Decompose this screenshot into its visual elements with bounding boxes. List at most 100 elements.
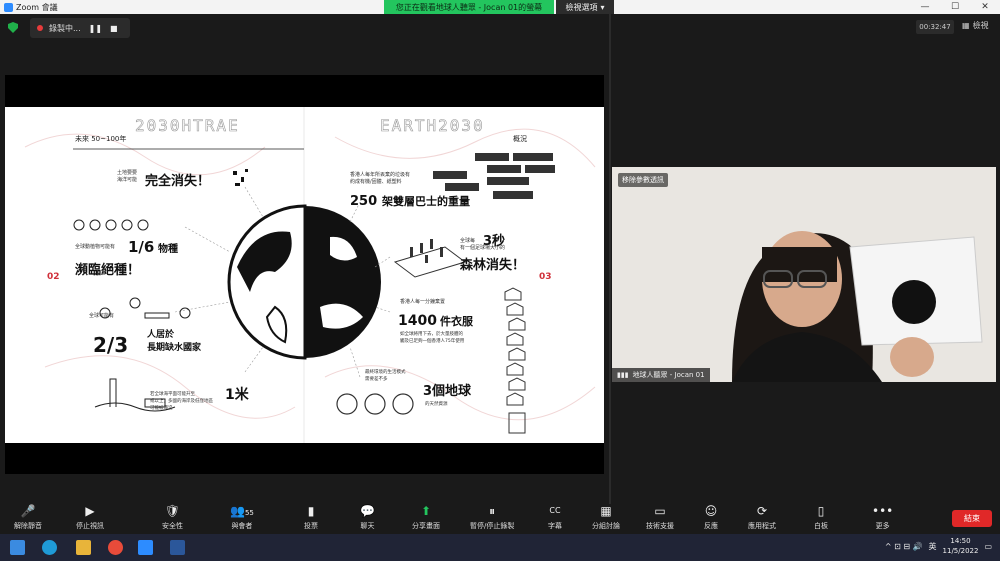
- video-status-tag: 移除參數透訊: [618, 173, 668, 187]
- page-number-right: 03: [539, 272, 552, 282]
- participant-video[interactable]: 移除參數透訊 ▮▮▮ 地球人聽眾 - Jocan 01: [612, 167, 996, 382]
- subtitle-right: 概況: [513, 134, 527, 143]
- paper-globe-icon: [892, 280, 936, 324]
- reactions-button[interactable]: ☺ 反應: [704, 504, 718, 531]
- panel-divider[interactable]: [609, 14, 611, 504]
- p1-small-1: 土地要要: [117, 169, 137, 176]
- slide-title: EARTH2030: [380, 116, 485, 135]
- p4-small-2: 或以上，多國的海岸及低窪地區: [150, 397, 213, 404]
- p2-unit: 物種: [158, 242, 178, 255]
- hand-shape: [890, 337, 934, 377]
- record-dot-icon: [37, 25, 43, 31]
- animal-icons: [73, 219, 149, 231]
- unmute-button[interactable]: 🎤 解除靜音: [14, 504, 42, 531]
- view-button[interactable]: ▦ 檢視: [962, 20, 989, 31]
- system-tray: ^ ⊡ ⊟ 🔊 英 14:50 11/5/2022 ▭: [885, 536, 992, 556]
- more-button[interactable]: ••• 更多: [872, 504, 893, 531]
- r3-unit: 件衣服: [440, 314, 474, 328]
- r1-small-1: 香港人每年所丟棄的垃圾有: [350, 171, 410, 178]
- monitor-icon: ▭: [654, 504, 666, 518]
- chevron-down-icon: ▾: [600, 2, 605, 12]
- polls-button[interactable]: ▮ 投票: [304, 504, 318, 531]
- shared-slide: 2030HTRAE EARTH2030 未來 50~100年 概況 土地要要 海…: [5, 107, 604, 443]
- signal-bars-icon: ▮▮▮: [617, 371, 629, 379]
- p3-small: 全球可能有: [89, 312, 114, 319]
- stop-video-button[interactable]: ▶ 停止視訊: [76, 504, 104, 531]
- maximize-button[interactable]: ☐: [940, 0, 970, 14]
- file-explorer-icon[interactable]: [76, 540, 91, 555]
- zoom-logo-icon: [4, 3, 13, 12]
- r2-number: 3秒: [483, 233, 505, 249]
- apps-button[interactable]: ⟳ 應用程式: [748, 504, 776, 531]
- whiteboard-button[interactable]: ▯ 白板: [814, 504, 828, 531]
- breakout-rooms-button[interactable]: ▦ 分組討論: [592, 504, 620, 531]
- p2-fraction: 1/6: [128, 238, 154, 256]
- share-arrow-icon: ⬆: [420, 504, 432, 518]
- page-number-left: 02: [47, 272, 60, 282]
- end-meeting-button[interactable]: 結束: [952, 510, 992, 527]
- viewing-share-banner: 您正在觀看地球人聽眾 - Jocan 01的螢幕: [384, 0, 554, 14]
- breakout-grid-icon: ▦: [600, 504, 612, 518]
- share-screen-button[interactable]: ⬆ 分享畫面: [412, 504, 440, 531]
- view-options-button[interactable]: 檢視選項 ▾: [556, 0, 614, 14]
- subtitle-left: 未來 50~100年: [75, 134, 126, 143]
- r3-small-1: 香港人每一分鐘棄置: [400, 298, 445, 305]
- recording-indicator: 錄製中... ❚❚ ■: [30, 18, 130, 38]
- participants-icon: 👥55: [230, 504, 254, 518]
- slide-canvas: 2030HTRAE EARTH2030 未來 50~100年 概況 土地要要 海…: [24, 107, 596, 443]
- pause-recording-button[interactable]: ❚❚: [89, 24, 102, 33]
- encryption-shield-icon[interactable]: [8, 22, 18, 33]
- captions-button[interactable]: CC 字幕: [548, 504, 562, 531]
- security-button[interactable]: 🛡 安全性: [162, 504, 183, 531]
- recording-bar: 錄製中... ❚❚ ■ 00:32:47 ▦ 檢視: [0, 14, 1000, 42]
- pause-stop-recording-button[interactable]: ⏸ 暫停/停止錄製: [470, 504, 514, 531]
- more-dots-icon: •••: [872, 504, 894, 518]
- r2-small-1: 全球每: [460, 237, 475, 244]
- fragment-icon: [233, 169, 248, 186]
- participants-button[interactable]: 👥55 與會者: [230, 504, 254, 531]
- r1-number: 250: [350, 194, 377, 209]
- edge-browser-icon[interactable]: [42, 540, 57, 555]
- globe-illustration: [227, 204, 381, 360]
- r1-rest: 架雙層巴士的重量: [381, 194, 470, 208]
- windows-start-icon[interactable]: [10, 540, 25, 555]
- app-title: Zoom 會議: [4, 2, 58, 13]
- minimize-button[interactable]: —: [910, 0, 940, 14]
- close-window-button[interactable]: ✕: [970, 0, 1000, 14]
- p3-fraction: 2/3: [93, 333, 128, 357]
- window-controls: — ☐ ✕: [910, 0, 1000, 14]
- chat-bubble-icon: 💬: [360, 504, 375, 518]
- video-camera-icon: ▶: [85, 504, 95, 518]
- video-frame: [612, 167, 996, 382]
- meeting-toolbar: 🎤 解除靜音 ▶ 停止視訊 🛡 安全性 👥55 與會者 ▮ 投票 💬 聊天 ⬆ 分享畫面 ⏸ 暫…: [0, 504, 1000, 534]
- three-earths-icon: [336, 393, 414, 415]
- p3-text-1: 人居於: [146, 328, 175, 340]
- chrome-browser-icon[interactable]: [108, 540, 123, 555]
- tray-icons[interactable]: ^ ⊡ ⊟ 🔊: [885, 542, 923, 551]
- windows-taskbar: ^ ⊡ ⊟ 🔊 英 14:50 11/5/2022 ▭: [0, 534, 1000, 561]
- chat-button[interactable]: 💬 聊天: [360, 504, 375, 531]
- zoom-taskbar-icon[interactable]: [138, 540, 153, 555]
- shield-icon: 🛡: [164, 504, 181, 518]
- r3-small-2: 如全球將用下去，於大量肢體的: [400, 330, 463, 337]
- smiley-icon: ☺: [704, 504, 718, 518]
- p3-text-2: 長期缺水國家: [147, 341, 202, 353]
- p1-big: 完全消失！: [145, 173, 210, 189]
- notification-icon[interactable]: ▭: [984, 542, 992, 551]
- input-language[interactable]: 英: [929, 541, 937, 552]
- poll-chart-icon: ▮: [307, 504, 315, 518]
- clock[interactable]: 14:50 11/5/2022: [943, 536, 979, 556]
- word-icon[interactable]: [170, 540, 185, 555]
- p4-big: 1米: [225, 386, 250, 403]
- r3-small-3: 觸及已足夠一個香港人75年使用: [400, 337, 464, 344]
- p2-small: 全球動植物可能有: [75, 243, 115, 250]
- clothes-stack-icon: [504, 287, 526, 434]
- forest-icon: [393, 239, 467, 278]
- r2-big: 森林消失！: [460, 257, 525, 273]
- stop-recording-button[interactable]: ■: [110, 24, 118, 33]
- p1-small-2: 海洋可能: [117, 176, 137, 183]
- meeting-timer: 00:32:47: [916, 20, 954, 34]
- participant-count: 55: [244, 509, 254, 517]
- mic-muted-icon: 🎤: [20, 504, 36, 518]
- tech-support-button[interactable]: ▭ 技術支援: [646, 504, 674, 531]
